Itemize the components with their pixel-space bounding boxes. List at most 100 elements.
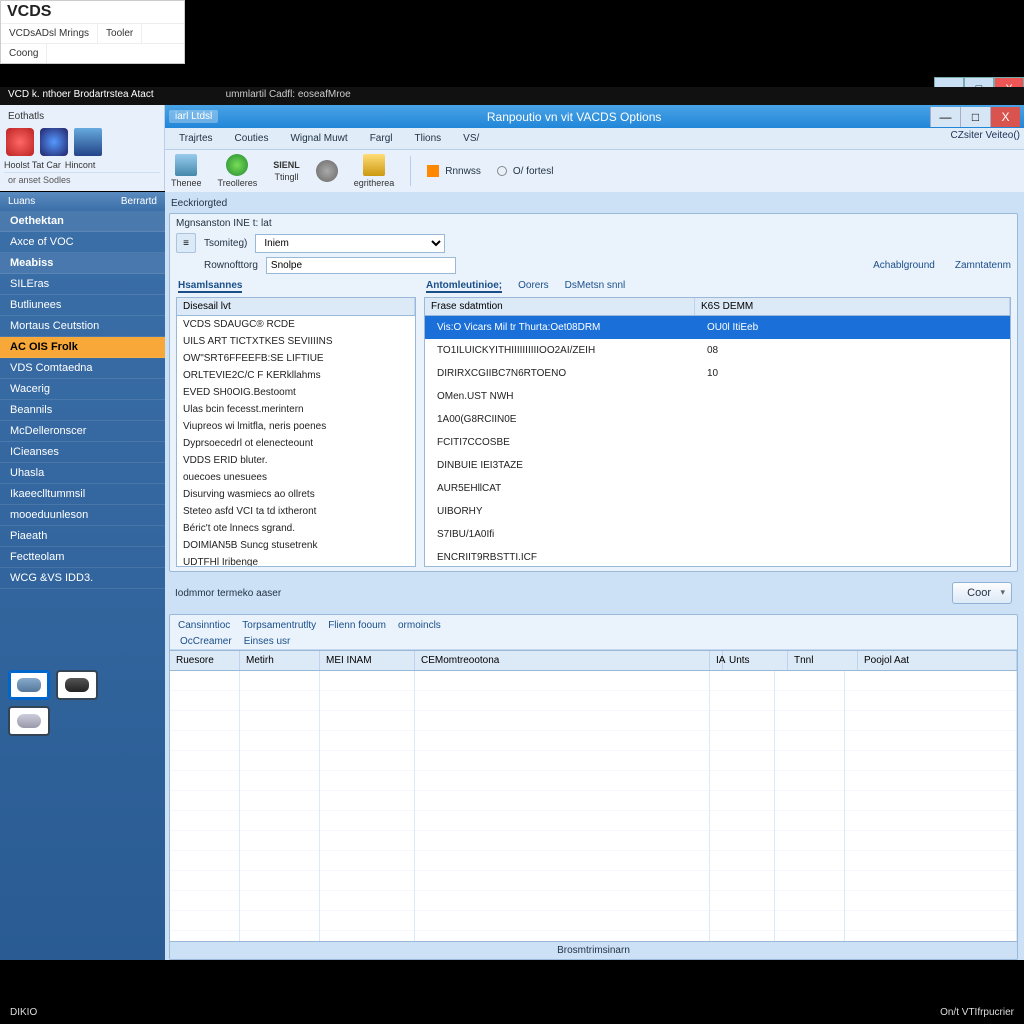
- list-item[interactable]: TO1ILUICKYITHIIIIIIIIIIOO2AI/ZEIH08: [425, 339, 1010, 362]
- gear-icon[interactable]: [316, 160, 338, 182]
- sidebar-item[interactable]: Oethektan: [0, 211, 165, 232]
- grid-header[interactable]: Unts: [723, 651, 788, 670]
- device-icon[interactable]: [8, 706, 50, 736]
- module-icon[interactable]: [6, 128, 34, 156]
- sidebar-item[interactable]: AC OIS Frolk: [0, 337, 165, 358]
- radio-icon[interactable]: [497, 166, 507, 176]
- left-list[interactable]: Disesail lvt VCDS SDAUGC® RCDEUILS ART T…: [176, 297, 416, 567]
- panel-tab[interactable]: Zamntatenm: [955, 260, 1011, 271]
- sidebar-item[interactable]: Uhasla: [0, 463, 165, 484]
- ribbon-tab[interactable]: Fargl: [360, 130, 403, 147]
- list-item[interactable]: AUR5EHllCAT: [425, 477, 1010, 500]
- filter-input-2[interactable]: [266, 257, 456, 274]
- grid-header[interactable]: Ruesore: [170, 651, 240, 670]
- sub-tab[interactable]: Einses usr: [244, 636, 291, 647]
- list-item[interactable]: 1A00(G8RCIIN0E: [425, 408, 1010, 431]
- sidebar-item[interactable]: SILEras: [0, 274, 165, 295]
- list-item[interactable]: UIBORHY: [425, 500, 1010, 523]
- sidebar-item[interactable]: WCG &VS IDD3.: [0, 568, 165, 589]
- list-item[interactable]: EVED SH0OIG.Bestoomt: [177, 384, 415, 401]
- sidebar-item[interactable]: Mortaus Ceutstion: [0, 316, 165, 337]
- sub-tab[interactable]: OcCreamer: [180, 636, 232, 647]
- list-tab[interactable]: Oorers: [518, 280, 549, 293]
- list-item[interactable]: ENCRIIT9RBSTTI.ICF: [425, 546, 1010, 567]
- quick-access[interactable]: iarl Ltdsl: [169, 110, 218, 123]
- bottom-tab[interactable]: Flienn fooum: [328, 620, 386, 631]
- grid-header[interactable]: Poojol Aat: [858, 651, 1017, 670]
- grid-header[interactable]: Metirh: [240, 651, 320, 670]
- column-header[interactable]: Disesail lvt: [177, 298, 415, 315]
- list-tab[interactable]: Hsamlsannes: [178, 280, 242, 293]
- sidebar-item[interactable]: McDelleronscer: [0, 421, 165, 442]
- sidebar-item[interactable]: Axce of VOC: [0, 232, 165, 253]
- sidebar-item[interactable]: mooeduunleson: [0, 505, 165, 526]
- list-item[interactable]: UDTFHl Iribenge: [177, 554, 415, 567]
- column-header[interactable]: K6S DEMM: [695, 298, 1010, 315]
- list-item[interactable]: Viupreos wi lmitfla, neris poenes: [177, 418, 415, 435]
- list-item[interactable]: DINBUIE IEI3TAZE: [425, 454, 1010, 477]
- list-item[interactable]: DOIMlAN5B Suncg stusetrenk: [177, 537, 415, 554]
- menu-item[interactable]: Coong: [1, 44, 47, 63]
- list-item[interactable]: VDDS ERID bluter.: [177, 452, 415, 469]
- grid-header[interactable]: CEMomtreootona: [415, 651, 710, 670]
- filter-select-1[interactable]: Iniem: [255, 234, 445, 253]
- grid-header[interactable]: Tnnl: [788, 651, 858, 670]
- list-item[interactable]: ORLTEVIE2C/C F KERkllahms: [177, 367, 415, 384]
- list-item[interactable]: FCITI7CCOSBE: [425, 431, 1010, 454]
- filter-icon[interactable]: ≡: [176, 233, 196, 253]
- list-item[interactable]: Steteo asfd VCI ta td ixtheront: [177, 503, 415, 520]
- grid-header[interactable]: MEI INAM: [320, 651, 415, 670]
- results-grid[interactable]: Ruesore Metirh MEI INAM CEMomtreootona I…: [170, 650, 1017, 941]
- app-menu: VCDS VCDsADsl Mrings Tooler Coong: [0, 0, 185, 64]
- apply-button[interactable]: Coor: [952, 582, 1012, 604]
- sidebar-item[interactable]: Beannils: [0, 400, 165, 421]
- menu-item[interactable]: Tooler: [98, 24, 142, 43]
- list-item[interactable]: UILS ART TICTXTKES SEVIIIINS: [177, 333, 415, 350]
- ribbon-tab[interactable]: Tlions: [404, 130, 451, 147]
- list-item[interactable]: OW"SRT6FFEEFB:SE LIFTIUE: [177, 350, 415, 367]
- list-item[interactable]: Ulas bcin fecesst.merintern: [177, 401, 415, 418]
- folder-icon[interactable]: [363, 154, 385, 176]
- list-item[interactable]: Vis:O Vicars Mil tr Thurta:Oet08DRMOU0l …: [425, 316, 1010, 339]
- document-icon[interactable]: [175, 154, 197, 176]
- list-item[interactable]: S7IBU/1A0Ifi: [425, 523, 1010, 546]
- list-tab[interactable]: Antomleutinioe;: [426, 280, 502, 293]
- ribbon-left-label: Eothatls: [4, 109, 160, 124]
- column-header[interactable]: Frase sdatmtion: [425, 298, 695, 315]
- refresh-icon[interactable]: [226, 154, 248, 176]
- list-tab[interactable]: DsMetsn snnl: [565, 280, 626, 293]
- sidebar-item[interactable]: Meabiss: [0, 253, 165, 274]
- sidebar-item[interactable]: ICieanses: [0, 442, 165, 463]
- panel-tab[interactable]: Achablground: [873, 260, 935, 271]
- sidebar-item[interactable]: Butliunees: [0, 295, 165, 316]
- minimize-button[interactable]: —: [930, 107, 960, 127]
- bottom-tab[interactable]: Torpsamentrutlty: [242, 620, 316, 631]
- grid-header[interactable]: IA: [710, 651, 723, 670]
- list-item[interactable]: ouecoes unesuees: [177, 469, 415, 486]
- list-item[interactable]: DIRIRXCGIIBC7N6RTOENO10: [425, 362, 1010, 385]
- bottom-tab[interactable]: Cansinntioc: [178, 620, 230, 631]
- bottom-tab[interactable]: ormoincls: [398, 620, 441, 631]
- list-item[interactable]: Dyprsoecedrl ot elenecteount: [177, 435, 415, 452]
- device-icon[interactable]: [8, 670, 50, 700]
- menu-item[interactable]: VCDsADsl Mrings: [1, 24, 98, 43]
- globe-icon[interactable]: [40, 128, 68, 156]
- ribbon-tab[interactable]: VS/: [453, 130, 489, 147]
- list-item[interactable]: Disurving wasmiecs ao ollrets: [177, 486, 415, 503]
- right-list[interactable]: Frase sdatmtion K6S DEMM Vis:O Vicars Mi…: [424, 297, 1011, 567]
- tool-icon[interactable]: [74, 128, 102, 156]
- ribbon-tab[interactable]: Wignal Muwt: [280, 130, 357, 147]
- sidebar-item[interactable]: Piaeath: [0, 526, 165, 547]
- list-item[interactable]: OMen.UST NWH: [425, 385, 1010, 408]
- sidebar-item[interactable]: Fectteolam: [0, 547, 165, 568]
- ribbon-tab[interactable]: Couties: [225, 130, 279, 147]
- sidebar-item[interactable]: Ikaeeclltummsil: [0, 484, 165, 505]
- device-icon[interactable]: [56, 670, 98, 700]
- ribbon-tab[interactable]: Trajrtes: [169, 130, 223, 147]
- sidebar-item[interactable]: Wacerig: [0, 379, 165, 400]
- maximize-button[interactable]: □: [960, 107, 990, 127]
- list-item[interactable]: VCDS SDAUGC® RCDE: [177, 316, 415, 333]
- list-item[interactable]: Béric't ote lnnecs sgrand.: [177, 520, 415, 537]
- sidebar-item[interactable]: VDS Comtaedna: [0, 358, 165, 379]
- close-button[interactable]: X: [990, 107, 1020, 127]
